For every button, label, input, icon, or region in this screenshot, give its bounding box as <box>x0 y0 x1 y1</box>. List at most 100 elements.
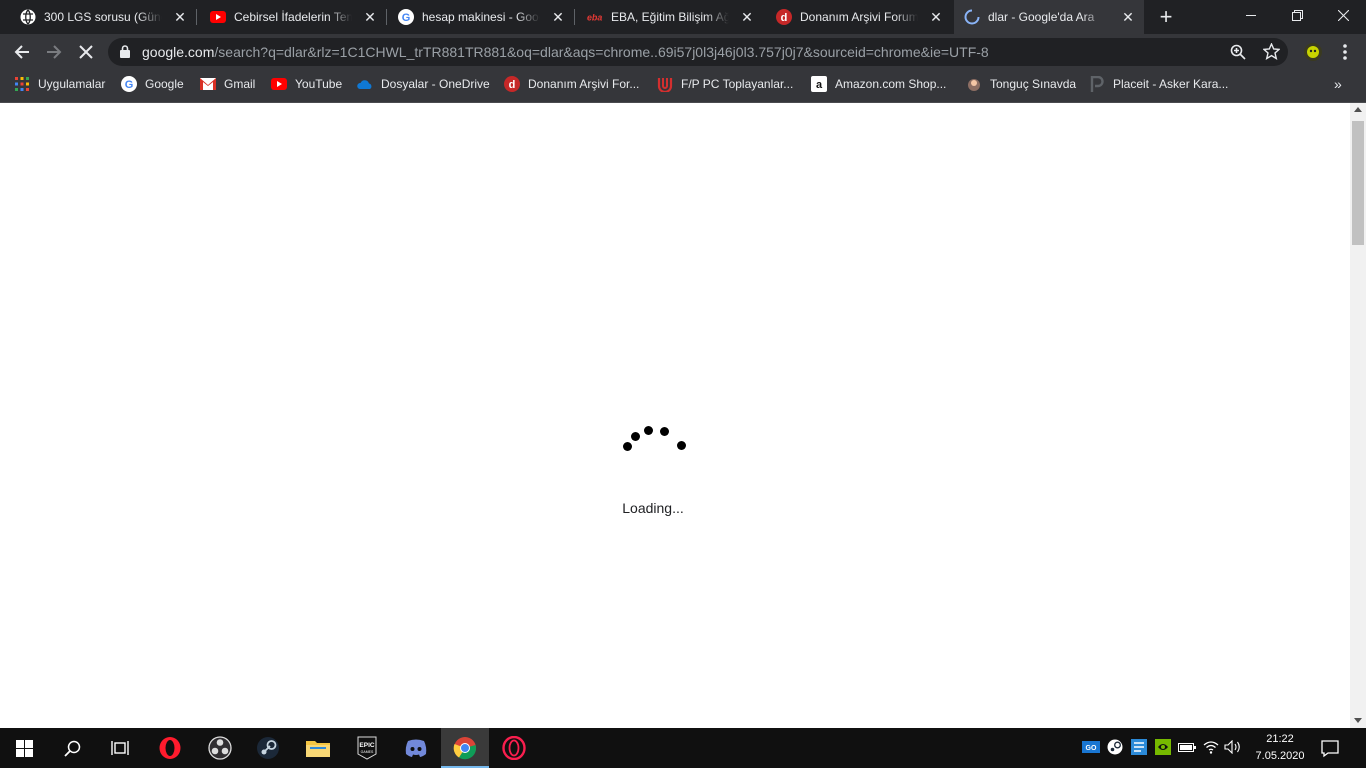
bookmarks-bar: Uygulamalar G Google Gmail YouTube Dosya… <box>0 70 1366 103</box>
youtube-icon <box>271 76 287 92</box>
clock-date: 7.05.2020 <box>1255 750 1305 762</box>
bookmark-gmail[interactable]: Gmail <box>200 70 255 98</box>
tray-app-icon[interactable] <box>1130 738 1148 756</box>
close-tab-icon[interactable]: ✕ <box>739 9 755 25</box>
back-button[interactable] <box>8 38 36 66</box>
notification-center-icon[interactable] <box>1318 736 1342 760</box>
tab-4[interactable]: eba EBA, Eğitim Bilişim Ağı, ✕ <box>567 0 763 34</box>
close-tab-icon[interactable]: ✕ <box>172 9 188 25</box>
svg-text:d: d <box>781 12 788 24</box>
bookmark-onedrive[interactable]: Dosyalar - OneDrive <box>357 70 490 98</box>
bookmark-google[interactable]: G Google <box>121 70 184 98</box>
taskbar-file-explorer[interactable] <box>294 728 342 768</box>
search-button[interactable] <box>48 728 96 768</box>
tab-5[interactable]: d Donanım Arşivi Forum ✕ <box>756 0 952 34</box>
tab-title: Cebirsel İfadelerin Teme <box>234 10 352 24</box>
bookmark-apps[interactable]: Uygulamalar <box>14 70 105 98</box>
bookmark-label: Uygulamalar <box>38 77 106 91</box>
svg-text:a: a <box>816 79 823 91</box>
taskbar-opera[interactable] <box>146 728 194 768</box>
lock-icon[interactable] <box>120 45 130 63</box>
tray-gpu-icon[interactable]: GO <box>1082 738 1100 756</box>
loading-text: Loading... <box>622 500 684 516</box>
bookmark-star-icon[interactable] <box>1262 42 1281 65</box>
extension-icon[interactable] <box>1302 41 1324 63</box>
scroll-thumb[interactable] <box>1352 121 1364 245</box>
google-icon: G <box>121 76 137 92</box>
tab-3[interactable]: G hesap makinesi - Googl ✕ <box>378 0 575 34</box>
amazon-icon: a <box>811 76 827 92</box>
bookmark-label: Donanım Arşivi For... <box>528 77 640 91</box>
close-tab-icon[interactable]: ✕ <box>928 9 944 25</box>
loading-spinner <box>615 421 695 461</box>
url-host: google.com <box>142 44 215 60</box>
spinner-dot <box>660 427 669 436</box>
vertical-scrollbar[interactable] <box>1350 103 1366 728</box>
fp-icon <box>657 76 673 92</box>
donanimarsivi-icon: d <box>776 9 792 25</box>
youtube-icon <box>210 9 226 25</box>
scroll-up-arrow-icon[interactable] <box>1354 107 1362 112</box>
close-tab-icon[interactable]: ✕ <box>362 9 378 25</box>
taskbar-chrome[interactable] <box>441 728 489 768</box>
close-tab-icon[interactable]: ✕ <box>550 9 566 25</box>
bookmark-fp[interactable]: F/P PC Toplayanlar... <box>657 70 793 98</box>
close-tab-icon[interactable]: ✕ <box>1120 9 1136 25</box>
bookmark-donanimarsivi[interactable]: d Donanım Arşivi For... <box>504 70 639 98</box>
taskbar-epic-games[interactable]: EPIC GAMES <box>343 728 391 768</box>
restore-button[interactable] <box>1274 0 1320 30</box>
bookmark-label: F/P PC Toplayanlar... <box>681 77 794 91</box>
taskbar-discord[interactable] <box>392 728 440 768</box>
spinner-dot <box>631 432 640 441</box>
bookmark-label: Amazon.com Shop... <box>835 77 947 91</box>
url-text[interactable]: google.com/search?q=dlar&rlz=1C1CHWL_trT… <box>142 44 989 60</box>
bookmark-label: Tonguç Sınavda <box>990 77 1077 91</box>
bookmark-label: Dosyalar - OneDrive <box>381 77 490 91</box>
gmail-icon <box>200 76 216 92</box>
scroll-down-arrow-icon[interactable] <box>1354 718 1362 723</box>
wifi-icon[interactable] <box>1202 738 1220 756</box>
tab-title: hesap makinesi - Googl <box>422 10 540 24</box>
zoom-icon[interactable] <box>1230 44 1246 65</box>
tray-nvidia-icon[interactable] <box>1154 738 1172 756</box>
stop-loading-button[interactable] <box>72 38 100 66</box>
svg-text:GAMES: GAMES <box>361 750 374 754</box>
svg-text:d: d <box>509 79 516 91</box>
taskbar-opera-gx[interactable] <box>490 728 538 768</box>
close-window-button[interactable] <box>1320 0 1366 30</box>
tab-6-active[interactable]: dlar - Google'da Ara ✕ <box>954 0 1144 34</box>
taskbar-obs[interactable] <box>196 728 244 768</box>
taskbar-steam[interactable] <box>244 728 292 768</box>
volume-icon[interactable] <box>1224 738 1242 756</box>
minimize-button[interactable] <box>1228 0 1274 30</box>
search-icon <box>63 740 80 757</box>
bookmark-youtube[interactable]: YouTube <box>271 70 342 98</box>
discord-icon <box>405 739 427 757</box>
donanimarsivi-icon: d <box>504 76 520 92</box>
bookmark-label: Gmail <box>224 77 256 91</box>
bookmark-label: YouTube <box>295 77 343 91</box>
bookmark-tonguc[interactable]: Tonguç Sınavda <box>966 70 1076 98</box>
bookmark-placeit[interactable]: Placeit - Asker Kara... <box>1089 70 1228 98</box>
forward-button[interactable] <box>40 38 68 66</box>
tab-title: Donanım Arşivi Forum <box>800 10 918 24</box>
tray-steam-icon[interactable] <box>1106 738 1124 756</box>
stop-x-icon <box>79 45 93 59</box>
more-bookmarks-icon[interactable]: » <box>1334 76 1342 92</box>
battery-icon[interactable] <box>1178 738 1196 756</box>
bookmark-amazon[interactable]: a Amazon.com Shop... <box>811 70 946 98</box>
tab-1[interactable]: 300 LGS sorusu (Güncel ✕ <box>0 0 197 34</box>
tab-2[interactable]: Cebirsel İfadelerin Teme ✕ <box>190 0 387 34</box>
system-clock[interactable]: 21:22 7.05.2020 <box>1250 731 1310 765</box>
tab-title: dlar - Google'da Ara <box>988 10 1095 24</box>
address-bar[interactable]: google.com/search?q=dlar&rlz=1C1CHWL_trT… <box>108 38 1288 66</box>
eba-icon: eba <box>587 9 603 25</box>
start-button[interactable] <box>0 728 48 768</box>
placeit-icon <box>1089 76 1105 92</box>
new-tab-button[interactable]: + <box>1154 4 1178 29</box>
url-path: /search?q=dlar&rlz=1C1CHWL_trTR881TR881&… <box>214 44 989 60</box>
chrome-menu-icon[interactable] <box>1335 41 1355 63</box>
svg-text:EPIC: EPIC <box>359 742 374 749</box>
opera-icon <box>159 737 181 759</box>
task-view-button[interactable] <box>96 728 144 768</box>
